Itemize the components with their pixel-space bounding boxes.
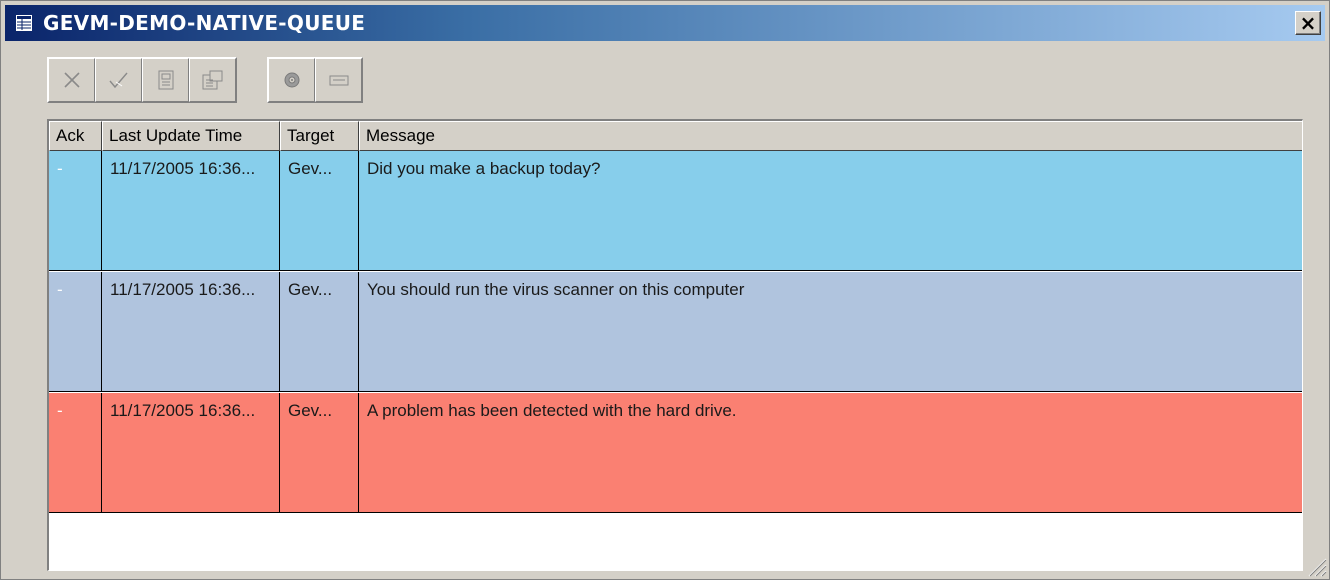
column-header-message[interactable]: Message	[359, 121, 1302, 151]
toolbar-view-group	[267, 57, 363, 103]
column-header-last-update-time[interactable]: Last Update Time	[102, 121, 280, 151]
window-title: GEVM-DEMO-NATIVE-QUEUE	[43, 11, 366, 35]
table-row[interactable]: - 11/17/2005 16:36... Gev... A problem h…	[49, 393, 1302, 513]
toolbar-edit-group	[47, 57, 237, 103]
close-icon: ×	[1299, 11, 1317, 35]
close-button[interactable]: ×	[1295, 11, 1321, 35]
cell-ack: -	[49, 151, 102, 270]
x-icon	[63, 72, 80, 88]
cell-target: Gev...	[280, 393, 359, 512]
resize-grip-icon[interactable]	[1305, 555, 1327, 577]
window-grid-icon	[15, 14, 33, 32]
table-header: Ack Last Update Time Target Message	[49, 121, 1302, 151]
cell-message: You should run the virus scanner on this…	[367, 280, 745, 299]
refresh-button[interactable]	[268, 58, 315, 102]
cell-last-update-time: 11/17/2005 16:36...	[102, 151, 280, 270]
cell-target: Gev...	[280, 272, 359, 391]
column-header-ack[interactable]: Ack	[49, 121, 102, 151]
checkmark-icon	[108, 72, 128, 89]
document-icon	[158, 70, 173, 90]
properties-button[interactable]	[189, 58, 236, 102]
acknowledge-button[interactable]	[95, 58, 142, 102]
filter-button[interactable]	[315, 58, 362, 102]
table-row[interactable]: - 11/17/2005 16:36... Gev... You should …	[49, 272, 1302, 392]
cell-message: Did you make a backup today?	[367, 159, 601, 178]
message-queue-table: Ack Last Update Time Target Message - 11…	[47, 119, 1303, 571]
disc-icon	[284, 72, 299, 88]
delete-button[interactable]	[48, 58, 95, 102]
properties-icon	[202, 70, 222, 90]
cell-ack: -	[49, 393, 102, 512]
queue-window: GEVM-DEMO-NATIVE-QUEUE × Ack Last Update…	[0, 0, 1330, 580]
field-icon	[329, 75, 348, 86]
title-bar[interactable]: GEVM-DEMO-NATIVE-QUEUE ×	[5, 5, 1325, 41]
column-header-target[interactable]: Target	[280, 121, 359, 151]
cell-last-update-time: 11/17/2005 16:36...	[102, 393, 280, 512]
table-row[interactable]: - 11/17/2005 16:36... Gev... Did you mak…	[49, 151, 1302, 271]
cell-target: Gev...	[280, 151, 359, 270]
cell-message: A problem has been detected with the har…	[367, 401, 737, 420]
cell-last-update-time: 11/17/2005 16:36...	[102, 272, 280, 391]
export-button[interactable]	[142, 58, 189, 102]
cell-ack: -	[49, 272, 102, 391]
